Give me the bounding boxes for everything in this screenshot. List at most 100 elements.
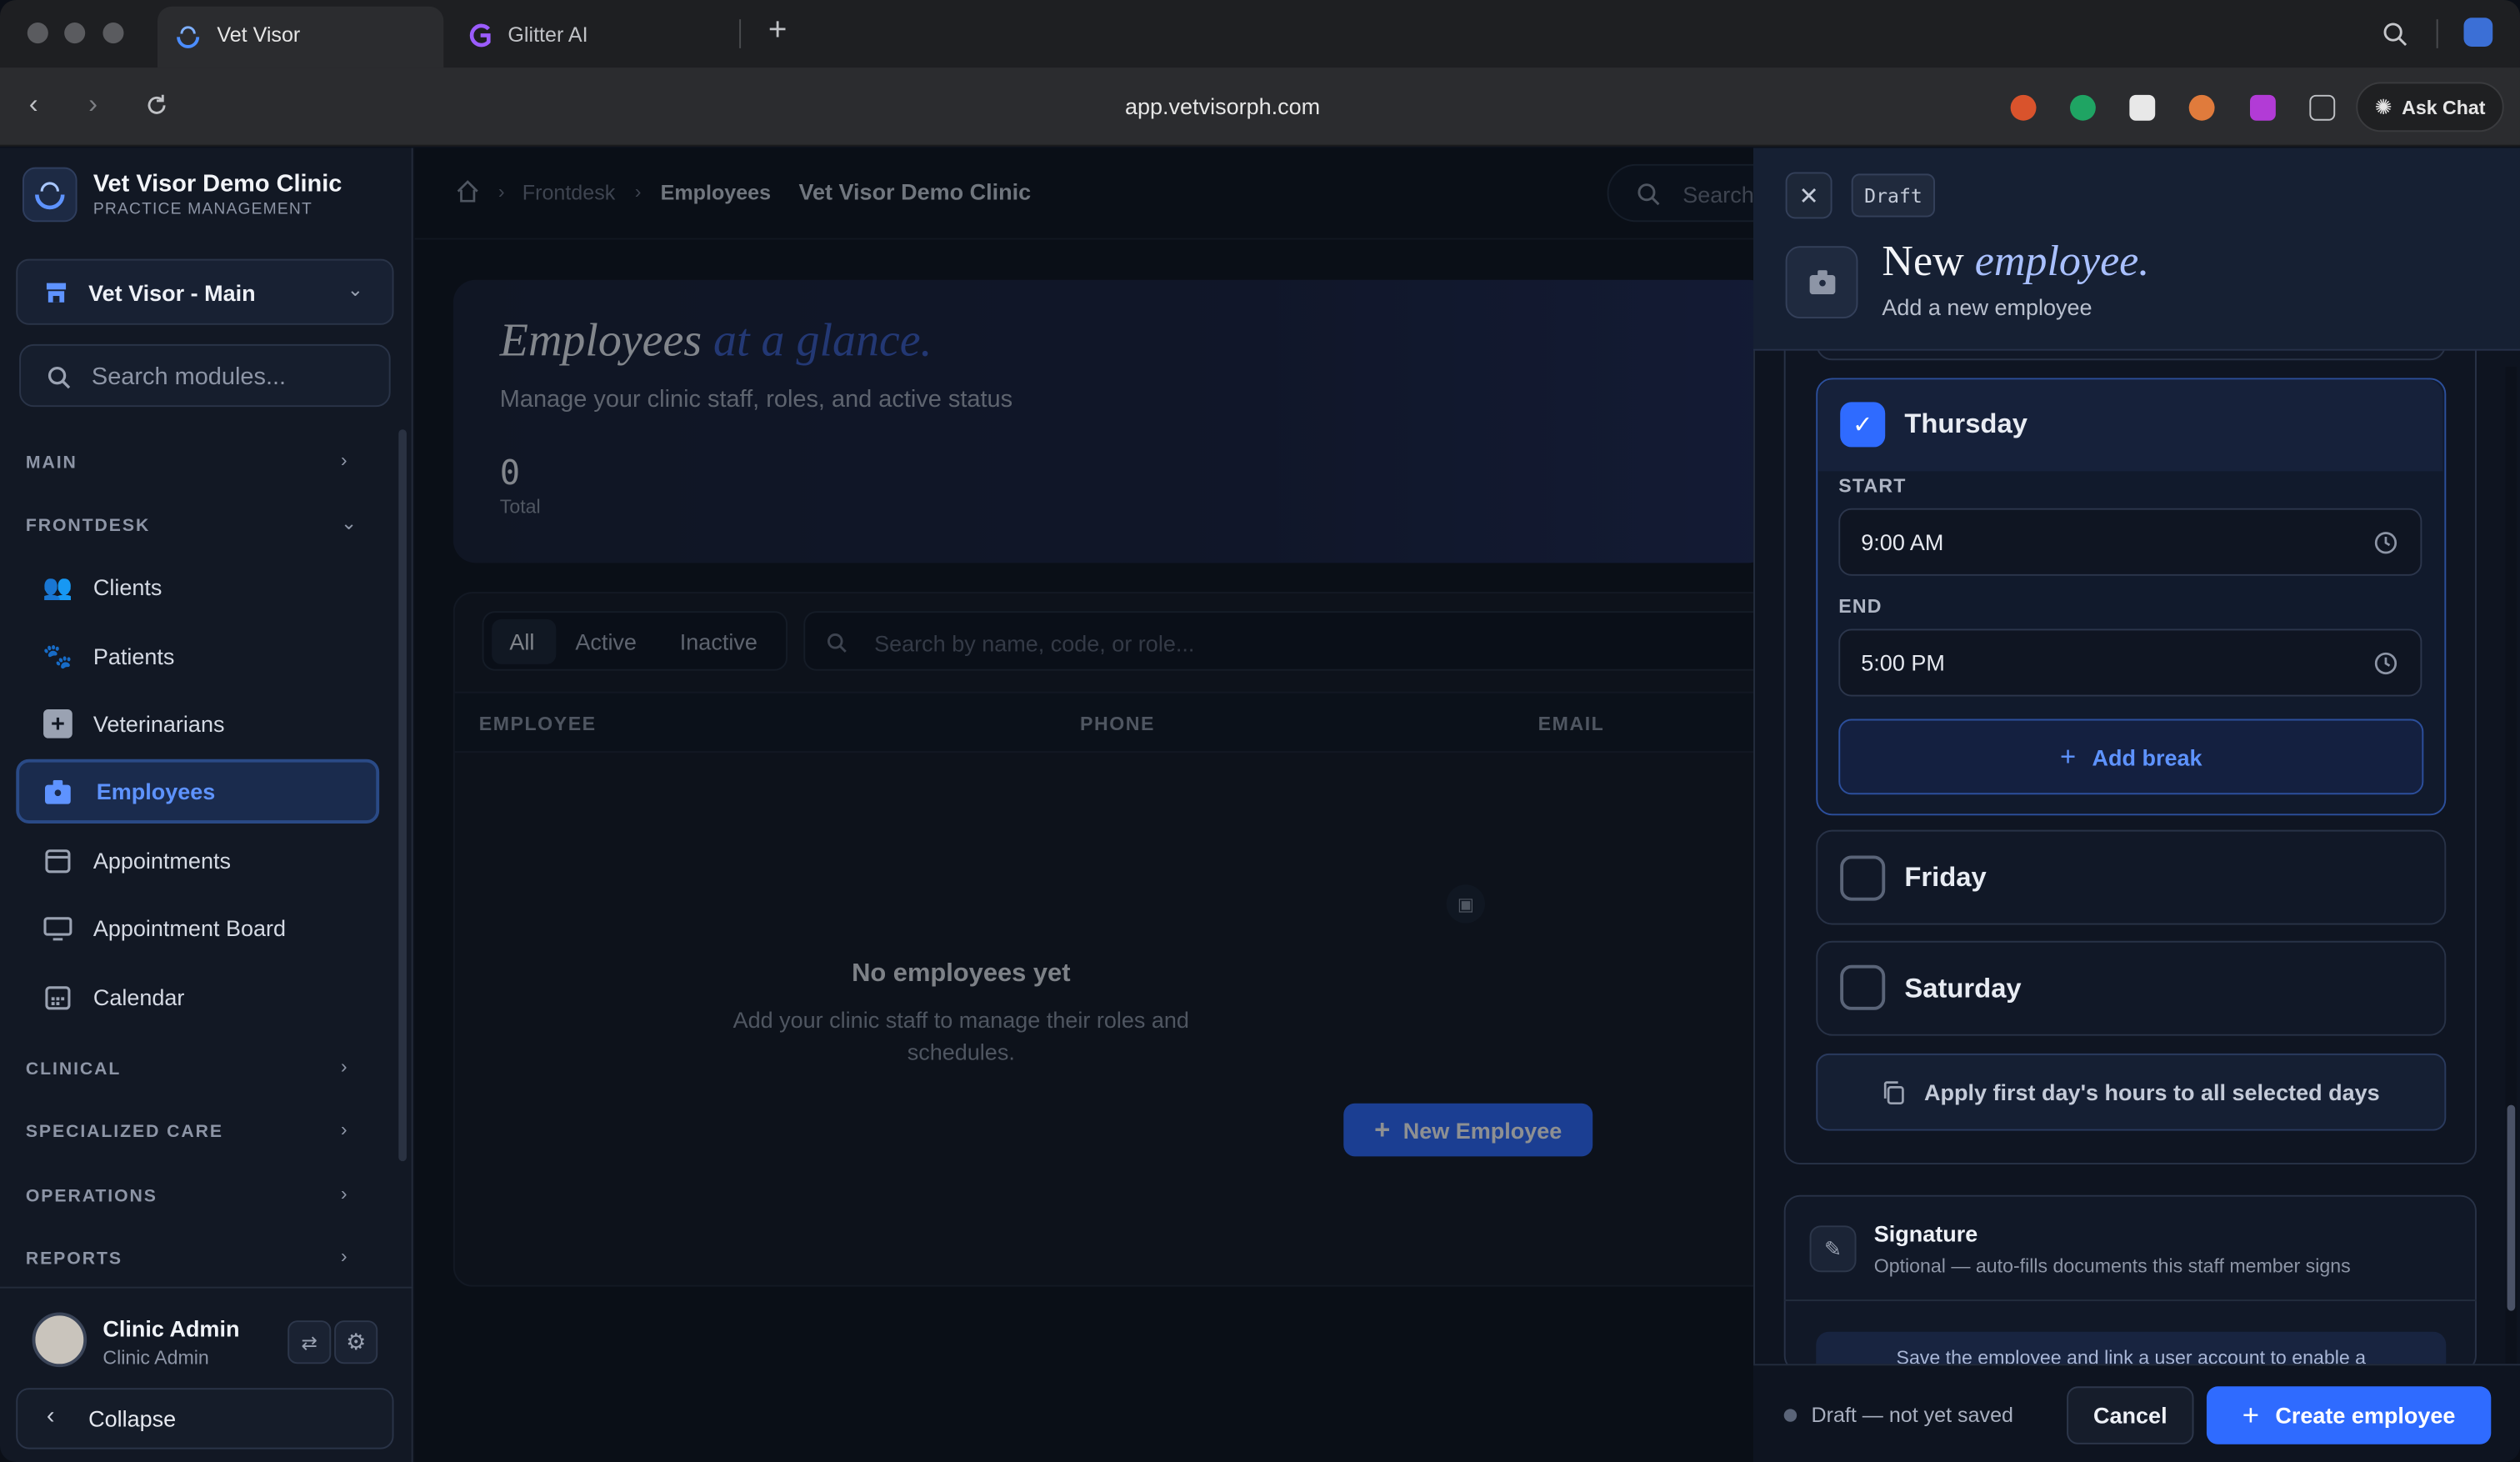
drawer-scrollbar-thumb[interactable] (2507, 1104, 2516, 1311)
url-field[interactable]: app.vetvisorph.com (1125, 93, 1320, 119)
drawer-title: New employee. (1882, 237, 2149, 287)
chevron-right-icon[interactable]: › (341, 1118, 348, 1140)
medical-plus-icon: + (43, 708, 72, 739)
extension-chat-icon[interactable] (2309, 94, 2336, 121)
clinic-name: Vet Visor Demo Clinic (92, 170, 342, 198)
close-icon[interactable]: ✕ (1785, 172, 1832, 219)
signature-title: Signature (1873, 1220, 1978, 1247)
chevron-down-icon[interactable]: ⌄ (341, 512, 357, 534)
tab-label: Vet Visor (217, 23, 301, 47)
user-role: Clinic Admin (102, 1346, 209, 1369)
extension-sparkle-icon[interactable] (2188, 94, 2215, 121)
thursday-checkbox[interactable]: ✓ (1840, 402, 1886, 448)
create-employee-button[interactable]: + Create employee (2206, 1386, 2492, 1444)
browser-tab-vet-visor[interactable]: Vet Visor (157, 6, 444, 68)
start-time-input[interactable]: 9:00 AM (1838, 508, 2422, 576)
openai-icon: ✺ (2374, 93, 2392, 118)
back-arrow-icon[interactable]: ‹ (29, 88, 38, 121)
section-specialized-care[interactable]: SPECIALIZED CARE (26, 1123, 223, 1142)
signature-notice: Save the employee and link a user accoun… (1816, 1331, 2447, 1364)
app-window: Vet Visor Glitter AI + ‹ › app.vetvisorp… (0, 0, 2520, 1462)
add-break-label: Add break (2092, 744, 2202, 770)
draft-status-text: Draft — not yet saved (1811, 1402, 2013, 1427)
drawer-title-accent: employee. (1974, 236, 2150, 285)
modal-backdrop[interactable] (414, 148, 1755, 1462)
ask-chat-button[interactable]: ✺ Ask Chat (2356, 82, 2504, 133)
chevron-right-icon[interactable]: › (341, 1245, 348, 1268)
sidebar-divider (0, 1286, 413, 1289)
plus-icon: + (2242, 1398, 2260, 1431)
sidebar-item-label: Appointments (92, 847, 231, 874)
drawer-title-main: New (1882, 236, 1964, 285)
sidebar-item-label: Patients (92, 643, 175, 669)
cancel-button[interactable]: Cancel (2067, 1386, 2194, 1444)
section-operations[interactable]: OPERATIONS (26, 1187, 158, 1206)
end-label: END (1838, 594, 1882, 618)
section-clinical[interactable]: CLINICAL (26, 1060, 121, 1079)
sidebar-item-label: Appointment Board (92, 914, 287, 941)
branch-selector[interactable]: Vet Visor - Main ⌄ (16, 258, 394, 325)
sidebar-item-label: Employees (96, 778, 216, 804)
glitter-ai-favicon-icon (469, 23, 491, 48)
browser-address-bar: ‹ › app.vetvisorph.com ✺ Ask Chat (0, 68, 2520, 147)
section-main[interactable]: MAIN (26, 453, 78, 473)
sidebar-item-label: Clients (92, 573, 162, 600)
draft-status-dot (1783, 1409, 1798, 1422)
avatar[interactable] (32, 1312, 88, 1368)
search-icon[interactable] (2382, 21, 2408, 47)
drawer-footer: Draft — not yet saved Cancel + Create em… (1753, 1364, 2520, 1462)
search-placeholder: Search modules... (91, 363, 287, 391)
branch-name: Vet Visor - Main (88, 279, 256, 306)
tab-label: Glitter AI (508, 23, 588, 47)
thursday-label: Thursday (1904, 408, 2028, 439)
search-icon (48, 367, 71, 389)
collapse-button[interactable]: ‹ Collapse (16, 1388, 394, 1449)
add-break-button[interactable]: + Add break (1838, 718, 2424, 795)
vet-visor-favicon-icon (177, 26, 200, 48)
user-name: Clinic Admin (102, 1315, 240, 1342)
section-frontdesk[interactable]: FRONTDESK (26, 516, 150, 535)
sidebar-scrollbar[interactable] (398, 429, 407, 1162)
apply-all-label: Apply first day's hours to all selected … (1924, 1079, 2380, 1105)
saturday-label: Saturday (1904, 973, 2022, 1004)
section-reports[interactable]: REPORTS (26, 1249, 122, 1269)
apply-all-days-button[interactable]: Apply first day's hours to all selected … (1816, 1053, 2447, 1131)
drawer-subtitle: Add a new employee (1882, 294, 2092, 320)
pen-icon: ✎ (1809, 1225, 1857, 1273)
gear-icon[interactable]: ⚙ (334, 1320, 378, 1364)
sidebar-item-label: Veterinarians (92, 710, 225, 737)
sidebar-item-label: Calendar (92, 984, 185, 1010)
window-close-control[interactable] (27, 23, 48, 44)
toolbar-divider (2436, 19, 2438, 48)
clock-icon[interactable] (2373, 651, 2398, 675)
chevron-right-icon[interactable]: › (341, 1182, 348, 1204)
window-zoom-control[interactable] (102, 23, 124, 44)
chevron-right-icon[interactable]: › (341, 448, 348, 471)
ask-chat-label: Ask Chat (2402, 95, 2486, 118)
badge-icon (1785, 246, 1858, 319)
chevron-right-icon[interactable]: › (341, 1055, 348, 1078)
friday-checkbox[interactable] (1840, 855, 1886, 901)
reload-icon[interactable] (145, 93, 169, 118)
clock-icon[interactable] (2373, 531, 2398, 555)
browser-tab-glitter-ai[interactable]: Glitter AI (453, 7, 736, 68)
forward-arrow-icon[interactable]: › (88, 88, 98, 121)
badge-icon (44, 779, 71, 804)
browser-tab-bar: Vet Visor Glitter AI + (0, 0, 2520, 68)
drawer-header: ✕ Draft New employee. Add a new employee (1753, 148, 2520, 351)
new-tab-plus-icon[interactable]: + (768, 13, 788, 49)
extension-grammarly-icon[interactable] (2069, 94, 2096, 121)
calendar-icon (45, 849, 71, 874)
saturday-checkbox[interactable] (1840, 964, 1886, 1010)
extension-purple-icon[interactable] (2249, 94, 2276, 121)
chevron-left-icon: ‹ (46, 1402, 55, 1430)
profile-icon[interactable] (2463, 18, 2493, 47)
extension-grid-icon[interactable] (2129, 94, 2156, 121)
end-time-value: 5:00 PM (1861, 649, 1945, 676)
monitor-icon (43, 917, 72, 941)
end-time-input[interactable]: 5:00 PM (1838, 628, 2422, 697)
module-search-input[interactable]: Search modules... (19, 343, 391, 408)
extension-fox-icon[interactable] (2010, 94, 2037, 121)
switch-user-icon[interactable]: ⇄ (288, 1320, 332, 1364)
window-minimize-control[interactable] (64, 23, 86, 44)
